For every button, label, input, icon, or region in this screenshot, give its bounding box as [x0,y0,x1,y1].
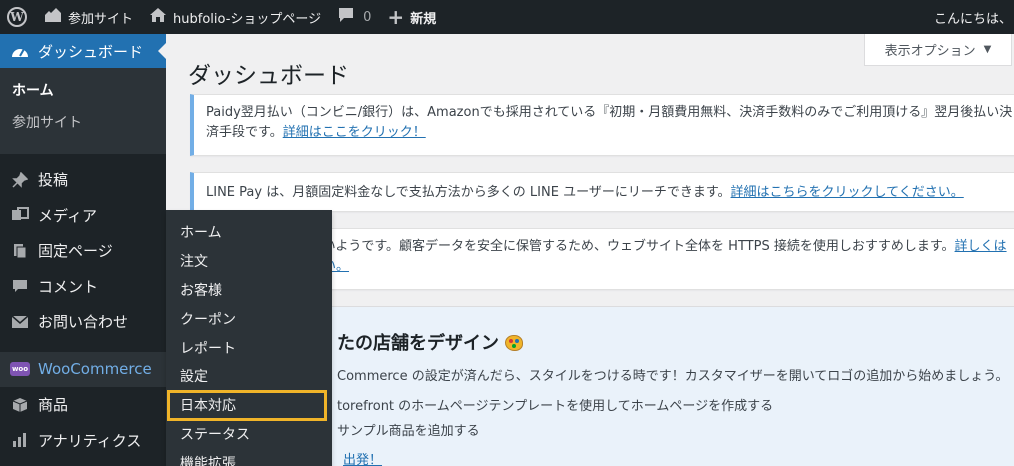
menu-contact[interactable]: お問い合わせ [0,304,166,340]
sites-icon [42,7,62,27]
screen-options-button[interactable]: 表示オプション ▼ [864,34,1012,66]
submenu-my-sites[interactable]: 参加サイト [0,106,166,138]
notice-paidy: Paidy翌月払い（コンビニ/銀行）は、Amazonでも採用されている『初期・月… [190,94,1014,156]
new-label: 新規 [410,11,437,27]
panel-title-text: たの店舗をデザイン [337,333,499,354]
pin-icon [10,171,30,188]
menu-analytics-label: アナリティクス [38,431,142,450]
page-title: ダッシュボード [188,63,349,89]
menu-posts[interactable]: 投稿 [0,162,166,198]
menu-media[interactable]: メディア [0,198,166,234]
woocommerce-flyout-menu: ホーム 注文 お客様 クーポン レポート 設定 日本対応 ステータス 機能拡張 [166,210,332,466]
menu-products[interactable]: 商品 [0,387,166,423]
new-content-menu[interactable]: + 新規 [379,0,444,34]
menu-dashboard-label: ダッシュボード [38,42,144,61]
wordpress-logo-button[interactable]: W [0,0,34,34]
task-homepage-template[interactable]: torefront のホームページテンプレートを使用してホームページを作成する [337,395,773,414]
flyout-home[interactable]: ホーム [166,218,332,247]
menu-contact-label: お問い合わせ [38,313,129,332]
notice-linepay-text: LINE Pay は、月額固定料金なしで支払方法から多くの LINE ユーザーに… [206,185,731,200]
panel-title: たの店舗をデザイン [337,329,523,355]
envelope-icon [10,315,30,329]
menu-products-label: 商品 [38,396,69,415]
flyout-japan-support[interactable]: 日本対応 [167,389,327,421]
menu-woocommerce[interactable]: woo WooCommerce [0,351,166,387]
menu-comments[interactable]: コメント [0,269,166,305]
plus-icon: + [387,5,405,29]
start-link[interactable]: 出発！ [343,449,382,466]
notice-linepay: LINE Pay は、月額固定料金なしで支払方法から多くの LINE ユーザーに… [190,172,1014,212]
flyout-settings[interactable]: 設定 [166,362,332,391]
flyout-extensions[interactable]: 機能拡張 [166,448,332,466]
my-sites-menu[interactable]: 参加サイト [34,0,141,34]
pages-icon [10,243,30,259]
screen-options-label: 表示オプション [884,44,976,59]
panel-description: Commerce の設定が済んだら、スタイルをつける時です！カスタマイザーを開い… [337,369,1009,384]
box-icon [10,397,30,413]
flyout-customers[interactable]: お客様 [166,276,332,305]
home-icon [149,7,167,27]
admin-bar: W 参加サイト hubfolio-ショップページ 0 + 新規 こんにちは、 [0,0,1014,34]
comments-bubble-icon [10,278,30,294]
menu-posts-label: 投稿 [38,171,69,190]
site-home-menu[interactable]: hubfolio-ショップページ [141,0,329,34]
flyout-status[interactable]: ステータス [166,420,332,449]
wordpress-logo-icon: W [7,7,27,27]
palette-icon [505,335,523,351]
menu-analytics[interactable]: アナリティクス [0,423,166,459]
flyout-orders[interactable]: 注文 [166,247,332,276]
dashboard-gauge-icon [10,44,30,58]
menu-media-label: メディア [38,206,97,225]
menu-woocommerce-label: WooCommerce [38,360,152,379]
greeting-text: こんにちは、 [933,11,1012,27]
admin-sidebar: ダッシュボード ホーム 参加サイト 投稿 メディア 固定ページ コメント お問い… [0,34,166,466]
woocommerce-icon: woo [10,362,30,377]
dashboard-submenu: ホーム 参加サイト [0,68,166,154]
menu-dashboard[interactable]: ダッシュボード [0,34,166,68]
media-icon [10,207,30,223]
notice-linepay-link[interactable]: 詳細はこちらをクリックしてください。 [731,185,964,200]
site-home-label: hubfolio-ショップページ [173,11,322,27]
comments-count: 0 [363,9,372,25]
flyout-coupons[interactable]: クーポン [166,304,332,333]
menu-pages[interactable]: 固定ページ [0,233,166,269]
notice-paidy-link[interactable]: 詳細はここをクリック！ [283,125,426,140]
comments-menu[interactable]: 0 [329,0,379,34]
menu-comments-label: コメント [38,277,99,296]
submenu-home[interactable]: ホーム [0,74,166,106]
bar-chart-icon [10,432,30,448]
comment-icon [337,7,355,27]
caret-down-icon: ▼ [983,44,992,55]
menu-pages-label: 固定ページ [38,242,113,261]
task-add-sample-products[interactable]: サンプル商品を追加する [337,420,480,439]
flyout-reports[interactable]: レポート [166,333,332,362]
my-account-menu[interactable]: こんにちは、 [934,0,1014,34]
my-sites-label: 参加サイト [68,11,134,27]
